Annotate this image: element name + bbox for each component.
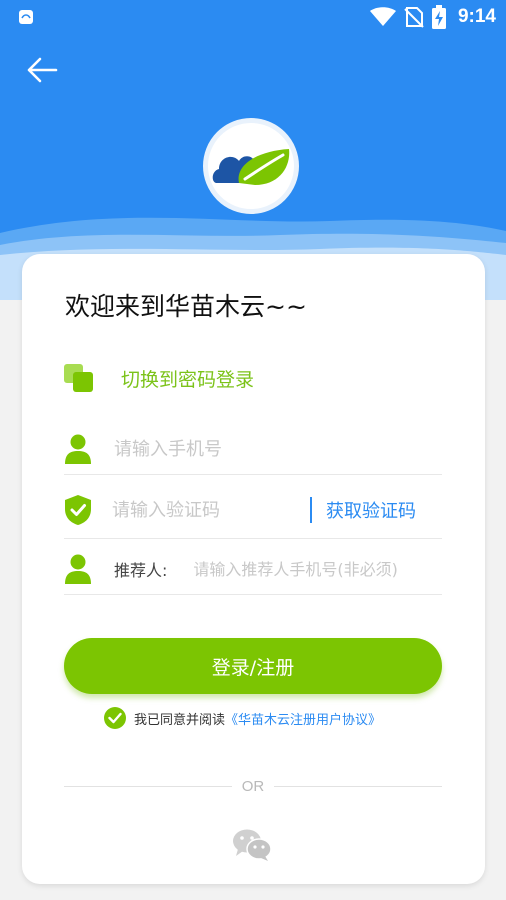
app-notification-icon	[19, 10, 33, 24]
or-line-right	[274, 785, 442, 787]
wechat-icon	[233, 829, 272, 861]
agreement-prefix: 我已同意并阅读	[134, 712, 226, 728]
referrer-input[interactable]	[193, 559, 424, 579]
code-shield-icon-wrap	[64, 495, 92, 525]
user-icon	[65, 434, 91, 464]
back-button[interactable]	[22, 50, 62, 90]
switch-login-label: 切换到密码登录	[121, 368, 255, 391]
wechat-login-button[interactable]	[232, 828, 272, 862]
get-code-button[interactable]: 获取验证码	[326, 497, 416, 523]
referrer-field: 推荐人:	[64, 544, 442, 595]
login-register-button[interactable]: 登录/注册	[64, 638, 442, 694]
status-bar: 9:14	[0, 0, 506, 34]
code-divider	[310, 497, 312, 523]
welcome-title: 欢迎来到华苗木云~~	[65, 292, 307, 321]
user-icon	[65, 554, 91, 584]
agreement-row: 我已同意并阅读 《华苗木云注册用户协议》	[104, 707, 381, 729]
wifi-icon	[369, 7, 396, 26]
referrer-user-icon-wrap	[64, 554, 92, 584]
no-sim-icon	[404, 7, 424, 28]
phone-user-icon-wrap	[64, 434, 92, 464]
back-arrow-icon	[27, 57, 58, 83]
or-line-left	[64, 785, 232, 787]
or-divider: OR	[64, 776, 442, 796]
agreement-link[interactable]: 《华苗木云注册用户协议》	[225, 709, 381, 728]
check-icon	[108, 712, 122, 724]
referrer-label: 推荐人:	[114, 561, 168, 580]
or-text: OR	[241, 777, 265, 795]
switch-password-login[interactable]: 切换到密码登录	[64, 364, 254, 392]
login-card: 欢迎来到华苗木云~~ 切换到密码登录 获取验证码	[22, 254, 485, 884]
battery-charging-icon	[431, 5, 446, 29]
phone-field	[64, 424, 442, 475]
code-input[interactable]	[112, 499, 302, 521]
code-field: 获取验证码	[64, 482, 442, 539]
status-time: 9:14	[457, 6, 496, 27]
cloud-leaf-logo-icon	[212, 149, 290, 185]
phone-input[interactable]	[114, 438, 414, 460]
agree-checkbox[interactable]	[104, 707, 126, 729]
shield-check-icon	[65, 495, 91, 525]
switch-squares-icon	[64, 364, 93, 392]
app-logo	[203, 118, 299, 214]
